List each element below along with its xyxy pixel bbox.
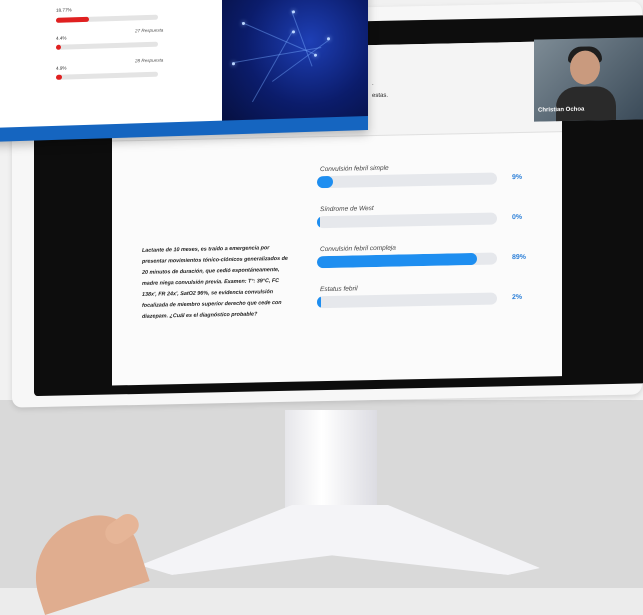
poll-results-panel: 18.77% 4.4% 27 Respuesta 4.9% 28 Respues… [0, 0, 222, 128]
poll-result-percent: 4.4% [56, 35, 67, 41]
poll-option-percent: 0% [512, 213, 523, 222]
poll-option-fill [317, 175, 334, 189]
poll-result-percent: 18.77% [56, 7, 72, 13]
network-node [314, 53, 317, 57]
question-text: Lactante de 10 meses, es traído a emerge… [142, 245, 288, 320]
poll-option-track [317, 212, 497, 229]
poll-option-percent: 9% [512, 173, 523, 182]
network-node [292, 10, 295, 14]
results-popup-window[interactable]: 18.77% 4.4% 27 Respuesta 4.9% 28 Respues… [0, 0, 368, 142]
speaker-video[interactable]: Christian Ochoa [534, 37, 643, 122]
speaker-name-label: Christian Ochoa [538, 106, 585, 114]
poll-option[interactable]: Convulsión febril simple 9% [317, 161, 557, 196]
poll-result-bar [56, 71, 158, 80]
poll-result-responses: 27 Respuesta [135, 27, 164, 34]
poll-option-fill [317, 296, 321, 309]
poll-option-track [317, 252, 497, 269]
poll-result-fill [56, 16, 89, 23]
network-node [292, 30, 295, 34]
poll-option-percent: 89% [512, 253, 527, 262]
network-line [272, 39, 330, 82]
network-line [252, 31, 293, 103]
poll-option[interactable]: Convulsión febril compleja 89% [317, 241, 557, 276]
poll-result-percent: 4.9% [56, 65, 67, 71]
monitor-stand-neck [285, 410, 377, 515]
poll-result-fill [56, 74, 63, 80]
poll-option-track [317, 292, 497, 309]
poll-option[interactable]: Estatus febril 2% [317, 281, 557, 316]
poll-option-label: Síndrome de West [320, 205, 374, 214]
poll-result-fill [56, 44, 62, 50]
slide-header-line: . [372, 81, 374, 88]
network-graphic [222, 0, 368, 121]
network-node [232, 62, 235, 66]
poll-option-label: Convulsión febril compleja [320, 244, 396, 254]
poll-option-label: Convulsión febril simple [320, 164, 389, 174]
poll-result-bar [56, 41, 158, 50]
poll-option-percent: 2% [512, 293, 523, 302]
poll-option-track [317, 172, 497, 189]
poll-option[interactable]: Síndrome de West 0% [317, 201, 557, 236]
poll-option-fill [317, 252, 478, 269]
poll-result-responses: 28 Respuesta [135, 57, 164, 64]
poll-option-fill [317, 216, 320, 229]
speaker-body [556, 85, 616, 122]
slide-header-line: estas. [372, 92, 389, 100]
poll-option-label: Estatus febril [320, 285, 358, 294]
poll-result-bar [56, 14, 158, 23]
